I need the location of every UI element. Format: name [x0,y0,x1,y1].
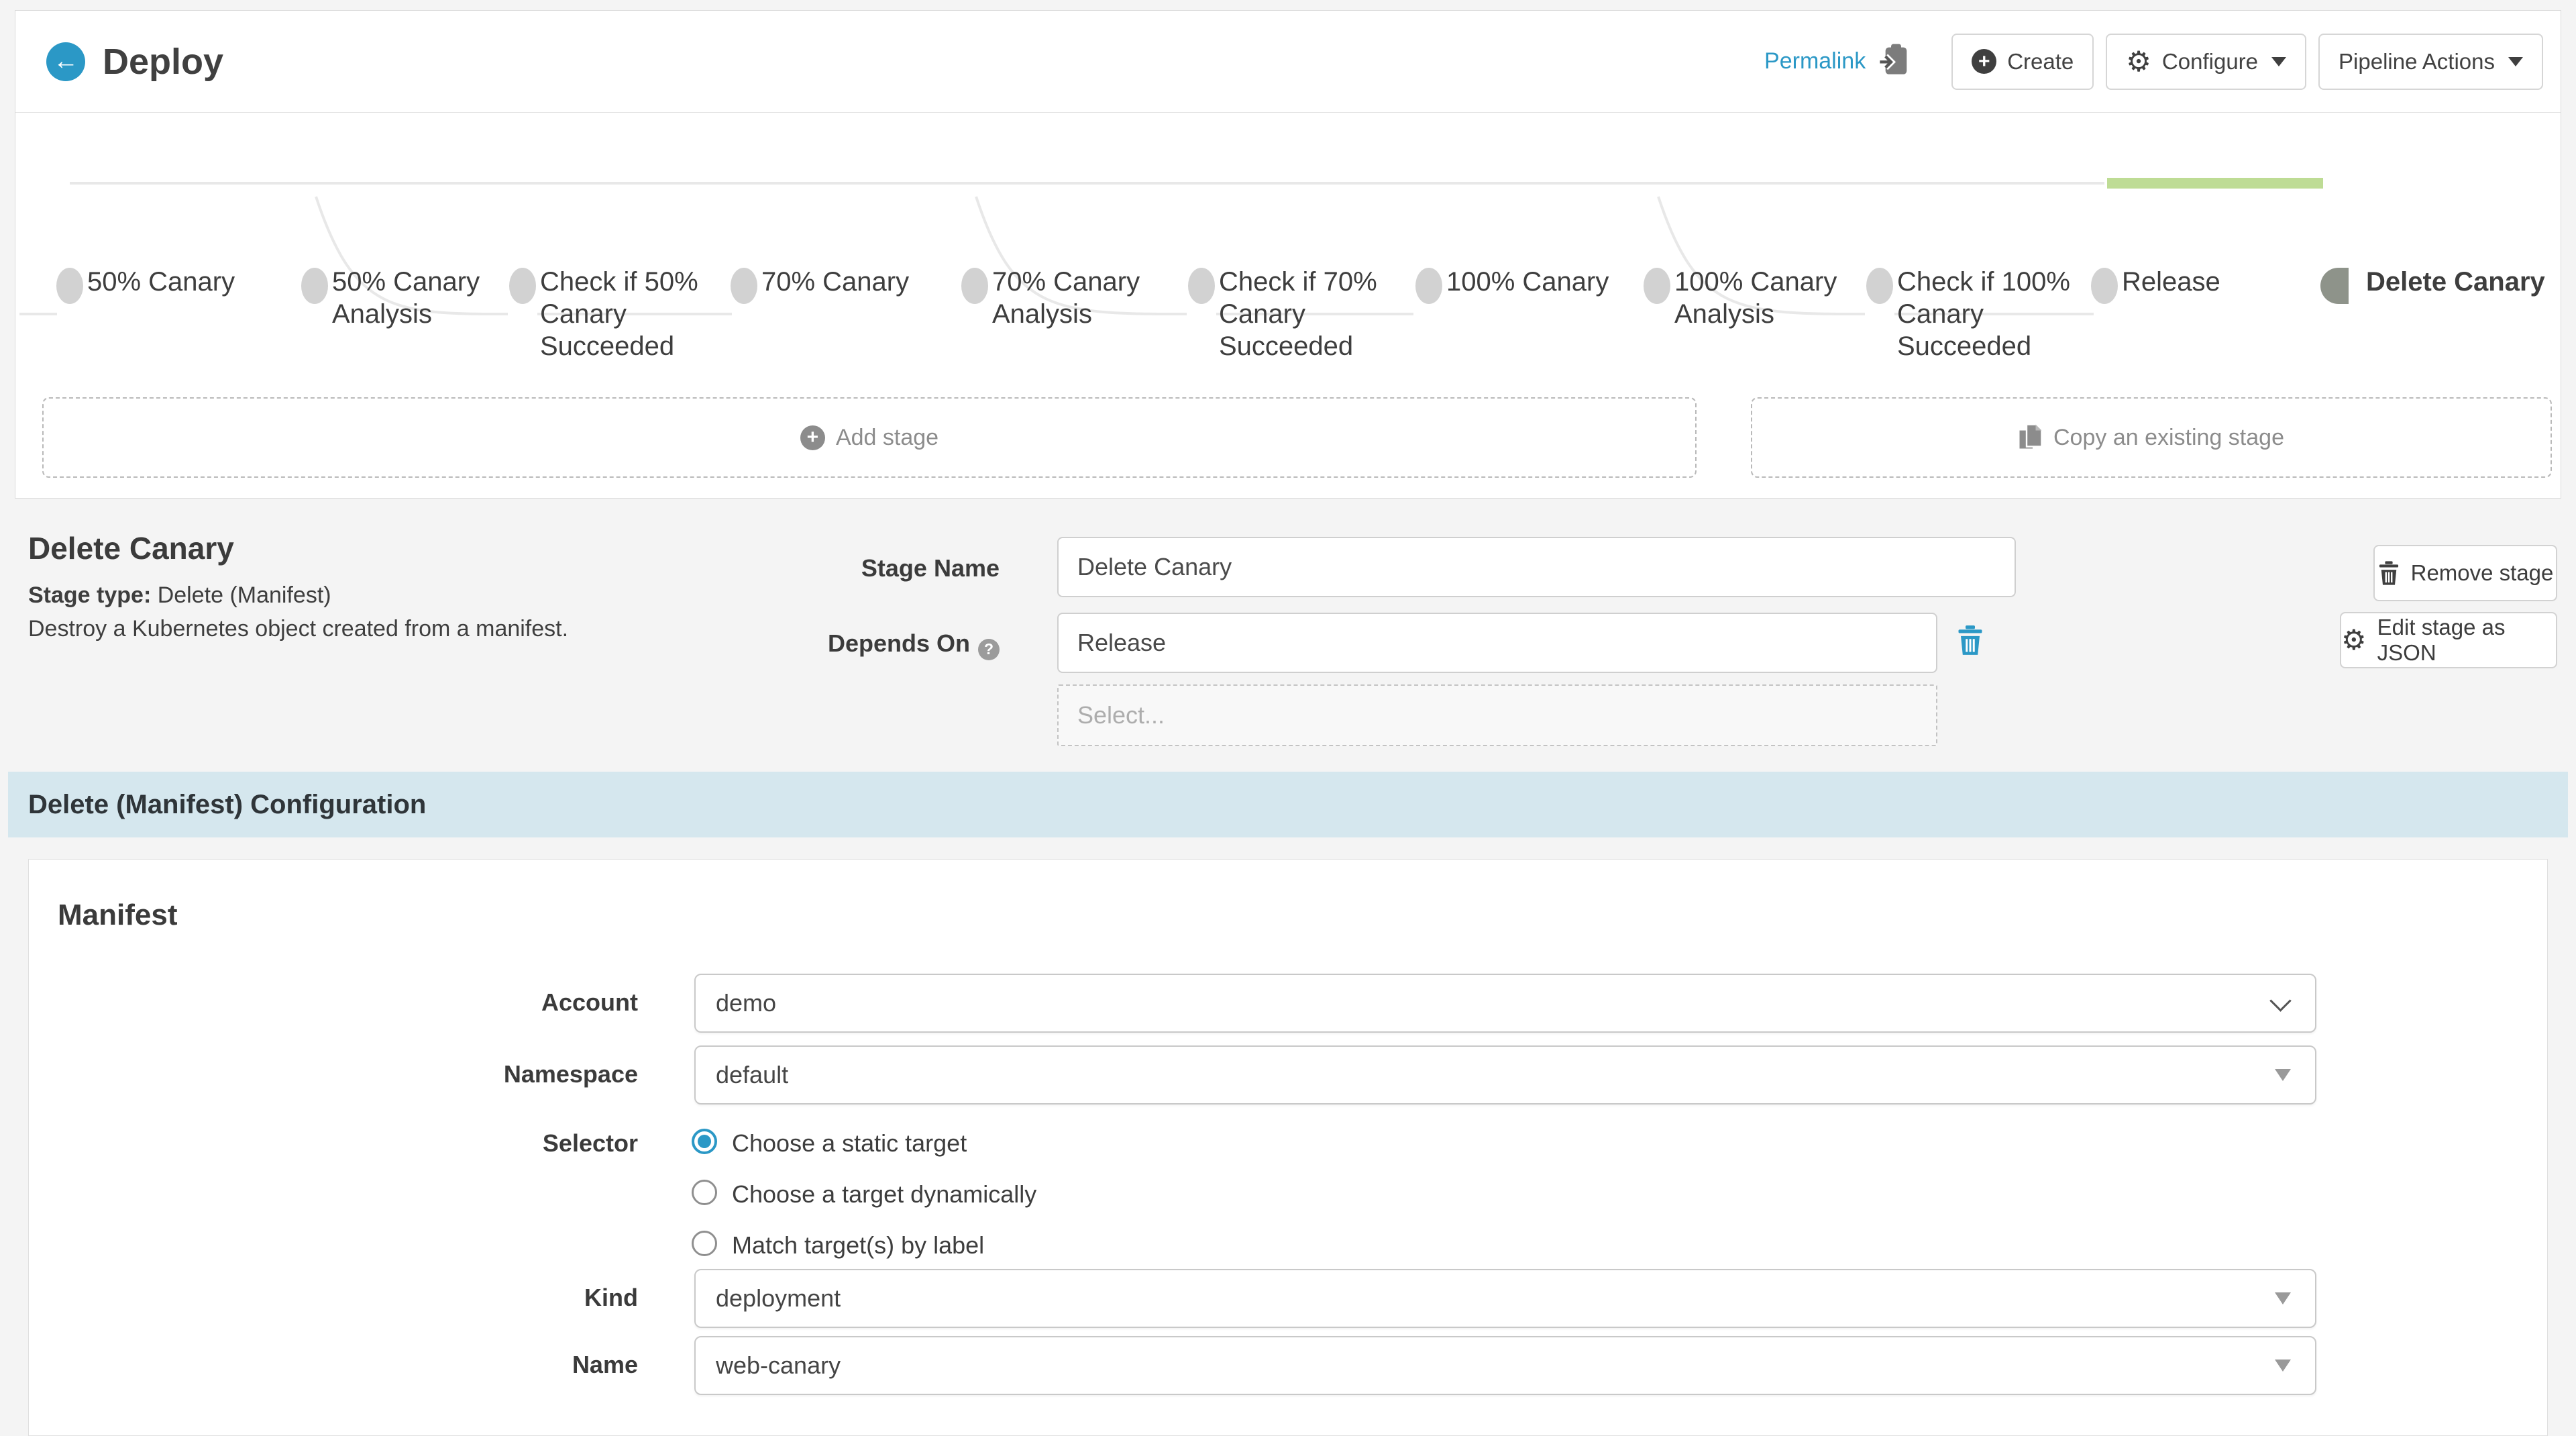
pipeline-actions-label: Pipeline Actions [2339,49,2495,74]
stage-editor-title: Delete Canary [28,530,234,566]
help-icon[interactable]: ? [978,639,1000,660]
pipeline-header: ← Deploy Permalink + Create ⚙ Configure … [15,11,2561,113]
stage-label[interactable]: Check if 70% Canary Succeeded [1219,266,1393,362]
pipeline-actions-button[interactable]: Pipeline Actions [2318,34,2543,90]
stage-label[interactable]: 100% Canary Analysis [1674,266,1876,330]
radio-match-by-label[interactable] [692,1231,717,1256]
stage-node-50-canary[interactable] [56,268,83,304]
stage-node-100-canary[interactable] [1415,268,1442,304]
chevron-down-icon [2508,57,2523,66]
name-select[interactable]: web-canary [694,1336,2316,1395]
kind-select[interactable]: deployment [694,1269,2316,1328]
stage-label[interactable]: 50% Canary Analysis [332,266,533,330]
stage-label[interactable]: 70% Canary [761,266,963,298]
plus-icon: + [1972,49,1996,74]
dropdown-caret-icon [2275,1069,2291,1081]
stage-type-value: Delete (Manifest) [158,582,331,608]
trash-icon [2377,560,2400,586]
select-placeholder: Select... [1077,701,1165,729]
remove-stage-label: Remove stage [2411,560,2554,586]
account-value: demo [716,989,776,1017]
depends-on-label: Depends On [828,629,970,657]
stage-node-release[interactable] [2091,268,2118,304]
stage-node-50-canary-analysis[interactable] [301,268,328,304]
selector-label: Selector [370,1129,638,1158]
stage-name-label: Stage Name [731,554,1000,582]
depends-on-select[interactable]: Select... [1057,684,1937,746]
stage-description: Destroy a Kubernetes object created from… [28,616,568,642]
depends-on-label-row: Depends On? [698,629,1000,660]
copy-existing-stage-button[interactable]: Copy an existing stage [1751,397,2552,478]
plus-icon: + [800,425,825,450]
chevron-down-icon [2271,57,2286,66]
stage-node-70-canary[interactable] [731,268,757,304]
stage-label[interactable]: 100% Canary [1446,266,1648,298]
config-section-title: Delete (Manifest) Configuration [28,790,426,820]
stage-label[interactable]: 50% Canary [87,266,288,298]
stage-label[interactable]: 70% Canary Analysis [992,266,1193,330]
stage-name-input[interactable] [1057,537,2016,597]
edit-stage-json-button[interactable]: ⚙ Edit stage as JSON [2340,612,2557,668]
account-label: Account [370,988,638,1017]
stage-node-100-canary-analysis[interactable] [1644,268,1670,304]
remove-stage-button[interactable]: Remove stage [2373,545,2557,601]
trash-icon[interactable] [1956,624,1984,656]
edit-json-label: Edit stage as JSON [2377,615,2556,666]
dropdown-caret-icon [2275,1360,2291,1372]
stage-node-70-canary-analysis[interactable] [961,268,988,304]
copy-icon [2019,423,2043,452]
account-select[interactable]: demo [694,974,2316,1033]
radio-dynamic-target[interactable] [692,1180,717,1205]
name-value: web-canary [716,1351,841,1380]
depends-on-input[interactable] [1057,613,1937,673]
pipeline-card: ← Deploy Permalink + Create ⚙ Configure … [15,10,2561,499]
back-icon[interactable]: ← [46,42,85,81]
pipeline-graph: 50% Canary 50% Canary Analysis Check if … [15,113,2562,397]
create-button-label: Create [2007,49,2074,74]
kind-value: deployment [716,1284,841,1313]
copy-to-clipboard-icon[interactable] [1879,43,1910,80]
namespace-label: Namespace [370,1060,638,1088]
stage-label[interactable]: Check if 100% Canary Succeeded [1897,266,2072,362]
stage-type-label: Stage type: [28,582,151,608]
configure-button[interactable]: ⚙ Configure [2106,34,2306,90]
radio-static-target-label[interactable]: Choose a static target [732,1129,967,1158]
create-button[interactable]: + Create [1951,34,2094,90]
radio-dynamic-target-label[interactable]: Choose a target dynamically [732,1180,1036,1209]
stage-type-line: Stage type: Delete (Manifest) [28,582,331,609]
config-section-header: Delete (Manifest) Configuration [8,772,2568,837]
configure-button-label: Configure [2162,49,2258,74]
add-stage-label: Add stage [836,425,938,451]
radio-match-by-label-label[interactable]: Match target(s) by label [732,1231,984,1260]
add-stage-button[interactable]: + Add stage [42,397,1697,478]
namespace-select[interactable]: default [694,1045,2316,1105]
stage-label-selected[interactable]: Delete Canary [2366,266,2567,298]
chevron-down-icon [2269,990,2292,1012]
radio-static-target[interactable] [692,1129,717,1154]
manifest-heading: Manifest [58,899,177,932]
kind-label: Kind [370,1284,638,1312]
stage-label[interactable]: Check if 50% Canary Succeeded [540,266,714,362]
dropdown-caret-icon [2275,1292,2291,1304]
permalink-link[interactable]: Permalink [1764,48,1866,74]
page-title: Deploy [103,41,223,83]
manifest-card: Manifest Account demo Namespace default … [28,859,2548,1436]
name-label: Name [370,1351,638,1379]
copy-stage-label: Copy an existing stage [2053,425,2284,451]
namespace-value: default [716,1061,788,1089]
stage-label[interactable]: Release [2122,266,2323,298]
